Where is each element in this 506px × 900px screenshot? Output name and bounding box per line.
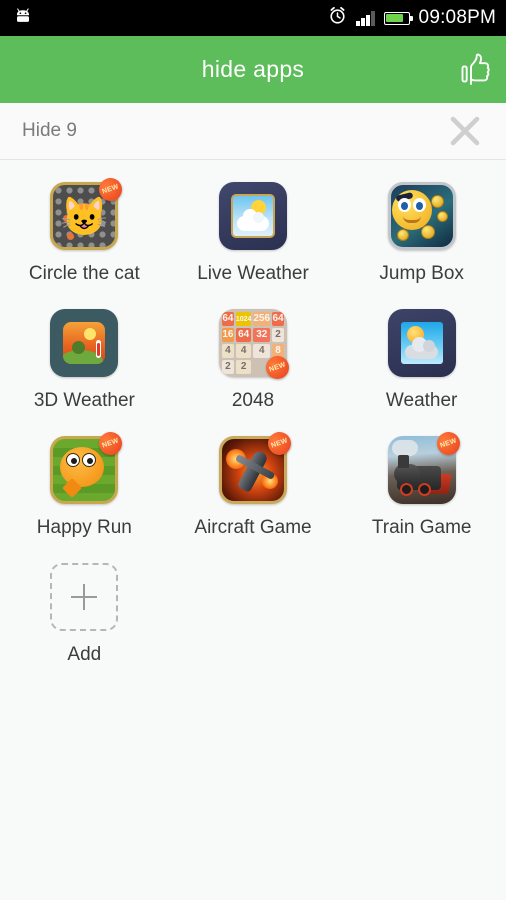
app-label: 3D Weather [33, 390, 135, 411]
tile: 16 [221, 328, 234, 342]
thumbs-up-icon[interactable] [452, 46, 498, 94]
app-label: Aircraft Game [194, 517, 312, 538]
app-tile-weather[interactable]: Weather [337, 309, 506, 412]
app-icon-wrap: NEW [387, 428, 463, 504]
tile: 64 [272, 312, 284, 326]
add-label: Add [67, 644, 102, 665]
status-bar-clock: 09:08PM [418, 7, 496, 28]
app-icon-wrap [50, 309, 119, 377]
tile: 2 [235, 360, 252, 374]
phone-screen: 09:08PM hide apps Hide 9 😺 NEW Circle th… [0, 0, 506, 900]
app-icon-wrap: 64 1024 256 64 16 64 32 2 4 4 4 8 2 2 NE… [218, 309, 293, 383]
app-icon-wrap [387, 309, 456, 377]
hide-count-row: Hide 9 [0, 103, 506, 160]
android-robot-icon [14, 7, 38, 30]
app-tile-circle-the-cat[interactable]: 😺 NEW Circle the cat [0, 174, 169, 285]
signal-bars-icon [356, 10, 375, 26]
tile: 64 [235, 328, 252, 342]
tile: 4 [221, 344, 234, 358]
battery-icon [383, 11, 413, 25]
app-tile-train-game[interactable]: NEW Train Game [337, 428, 506, 539]
weather-icon [387, 309, 456, 377]
tile: 256 [253, 312, 271, 326]
app-tile-live-weather[interactable]: Live Weather [169, 182, 338, 285]
app-icon-wrap: NEW [50, 428, 126, 504]
app-label: 2048 [231, 390, 275, 411]
app-label: Jump Box [379, 263, 464, 284]
app-tile-3d-weather[interactable]: 3D Weather [0, 309, 169, 412]
app-tile-happy-run[interactable]: NEW Happy Run [0, 428, 169, 539]
app-label: Weather [385, 390, 458, 411]
app-tile-aircraft-game[interactable]: NEW Aircraft Game [169, 428, 338, 539]
tile: 32 [253, 328, 271, 342]
app-icon-wrap [387, 182, 456, 250]
status-bar: 09:08PM [0, 0, 506, 36]
hide-count-label: Hide 9 [22, 120, 77, 141]
app-icon-wrap: 😺 NEW [50, 174, 126, 250]
add-app-tile[interactable]: Add [0, 563, 169, 666]
close-x-icon[interactable] [442, 108, 488, 154]
hidden-apps-grid: 😺 NEW Circle the cat Live Weather Jump B… [0, 160, 506, 666]
page-title: hide apps [201, 56, 305, 82]
tile: 2 [272, 328, 284, 342]
app-icon-wrap: NEW [218, 428, 295, 504]
app-label: Circle the cat [28, 263, 140, 284]
tile: 2 [221, 360, 234, 374]
app-label: Train Game [371, 517, 472, 538]
alarm-clock-icon [328, 6, 347, 30]
app-label: Happy Run [36, 517, 132, 538]
app-tile-jump-box[interactable]: Jump Box [337, 182, 506, 285]
jump-box-icon [387, 182, 456, 250]
app-tile-2048[interactable]: 64 1024 256 64 16 64 32 2 4 4 4 8 2 2 NE… [169, 309, 338, 412]
tile: 64 [221, 312, 234, 326]
tile: 4 [253, 344, 271, 358]
app-header: hide apps [0, 36, 506, 103]
3d-weather-icon [50, 309, 119, 377]
tile: 1024 [235, 312, 252, 326]
app-label: Live Weather [197, 263, 309, 284]
app-icon-wrap [218, 182, 287, 250]
live-weather-icon [218, 182, 287, 250]
plus-icon [50, 563, 119, 631]
tile: 4 [235, 344, 252, 358]
